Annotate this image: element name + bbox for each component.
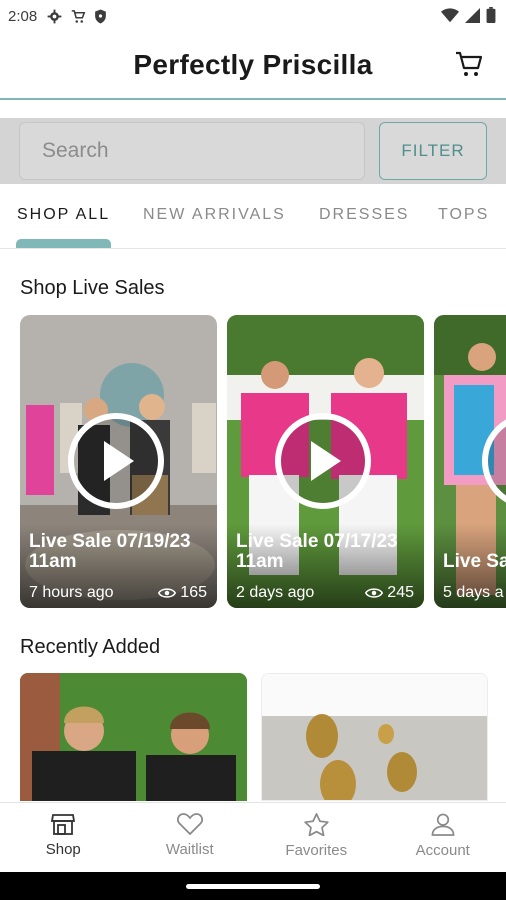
person-icon — [431, 813, 455, 836]
live-sale-title: Live Sale 07/19/23 11am — [29, 531, 191, 572]
play-button[interactable] — [68, 413, 164, 509]
cart-button[interactable] — [454, 50, 484, 83]
search-input[interactable]: Search — [19, 122, 365, 180]
product-image — [20, 673, 247, 801]
nav-waitlist[interactable]: Waitlist — [127, 803, 254, 873]
signal-icon — [465, 7, 480, 23]
live-sale-time-ago: 5 days a — [443, 584, 504, 601]
live-sale-card[interactable]: Live Sale 07/17/23 11am 2 days ago 245 — [227, 315, 424, 608]
live-sales-heading: Shop Live Sales — [20, 277, 165, 299]
live-sale-card[interactable]: Live Sa 11am 5 days a — [434, 315, 506, 608]
status-notification-icons — [47, 9, 107, 24]
play-icon — [311, 441, 341, 481]
store-icon — [51, 814, 76, 835]
status-time: 2:08 — [8, 7, 38, 25]
product-card[interactable] — [20, 673, 247, 801]
star-icon — [304, 813, 329, 836]
heart-icon — [176, 813, 203, 835]
nav-account[interactable]: Account — [380, 803, 506, 873]
filter-button[interactable]: FILTER — [379, 122, 487, 180]
tab-tops[interactable]: TOPS — [438, 206, 489, 224]
search-bar-area: Search FILTER — [0, 118, 506, 184]
play-icon — [104, 441, 134, 481]
play-button[interactable] — [275, 413, 371, 509]
live-sale-card[interactable]: Live Sale 07/19/23 11am 7 hours ago 165 — [20, 315, 217, 608]
nav-favorites-label: Favorites — [285, 842, 348, 859]
status-bar: 2:08 — [0, 0, 506, 32]
home-gesture-handle[interactable] — [186, 884, 320, 889]
tab-shop-all[interactable]: SHOP ALL — [17, 206, 110, 224]
eye-icon — [365, 588, 384, 598]
system-navigation-bar — [0, 872, 506, 900]
view-count: 165 — [158, 584, 207, 602]
view-count-value: 165 — [180, 584, 207, 601]
battery-icon — [486, 7, 496, 23]
app-header: Perfectly Priscilla — [0, 32, 506, 100]
cart-icon — [456, 51, 483, 76]
nav-shop[interactable]: Shop — [0, 803, 127, 873]
shield-icon — [95, 9, 107, 23]
live-sale-title: Live Sa 11am — [443, 551, 506, 572]
app-title: Perfectly Priscilla — [133, 49, 373, 80]
settings-icon — [47, 9, 62, 23]
tab-new-arrivals[interactable]: NEW ARRIVALS — [143, 206, 286, 224]
view-count-value: 245 — [387, 584, 414, 601]
category-tabs: SHOP ALL NEW ARRIVALS DRESSES TOPS — [0, 184, 506, 249]
nav-waitlist-label: Waitlist — [165, 841, 214, 858]
view-count: 245 — [365, 584, 414, 602]
tab-dresses[interactable]: DRESSES — [319, 206, 409, 224]
recently-added-heading: Recently Added — [20, 636, 161, 658]
product-card[interactable] — [261, 673, 488, 801]
live-sale-time-ago: 7 hours ago — [29, 584, 114, 601]
live-sale-time-ago: 2 days ago — [236, 584, 315, 601]
live-sale-title: Live Sale 07/17/23 11am — [236, 531, 398, 572]
nav-favorites[interactable]: Favorites — [253, 803, 380, 873]
eye-icon — [158, 588, 177, 598]
nav-account-label: Account — [415, 842, 470, 859]
status-system-icons — [441, 7, 496, 23]
product-image — [262, 674, 487, 800]
active-tab-indicator — [16, 239, 111, 248]
search-placeholder: Search — [42, 139, 109, 162]
wifi-icon — [441, 7, 459, 22]
nav-shop-label: Shop — [45, 841, 81, 858]
bottom-navigation: Shop Waitlist Favorites Account — [0, 802, 506, 873]
cart-status-icon — [71, 9, 86, 23]
